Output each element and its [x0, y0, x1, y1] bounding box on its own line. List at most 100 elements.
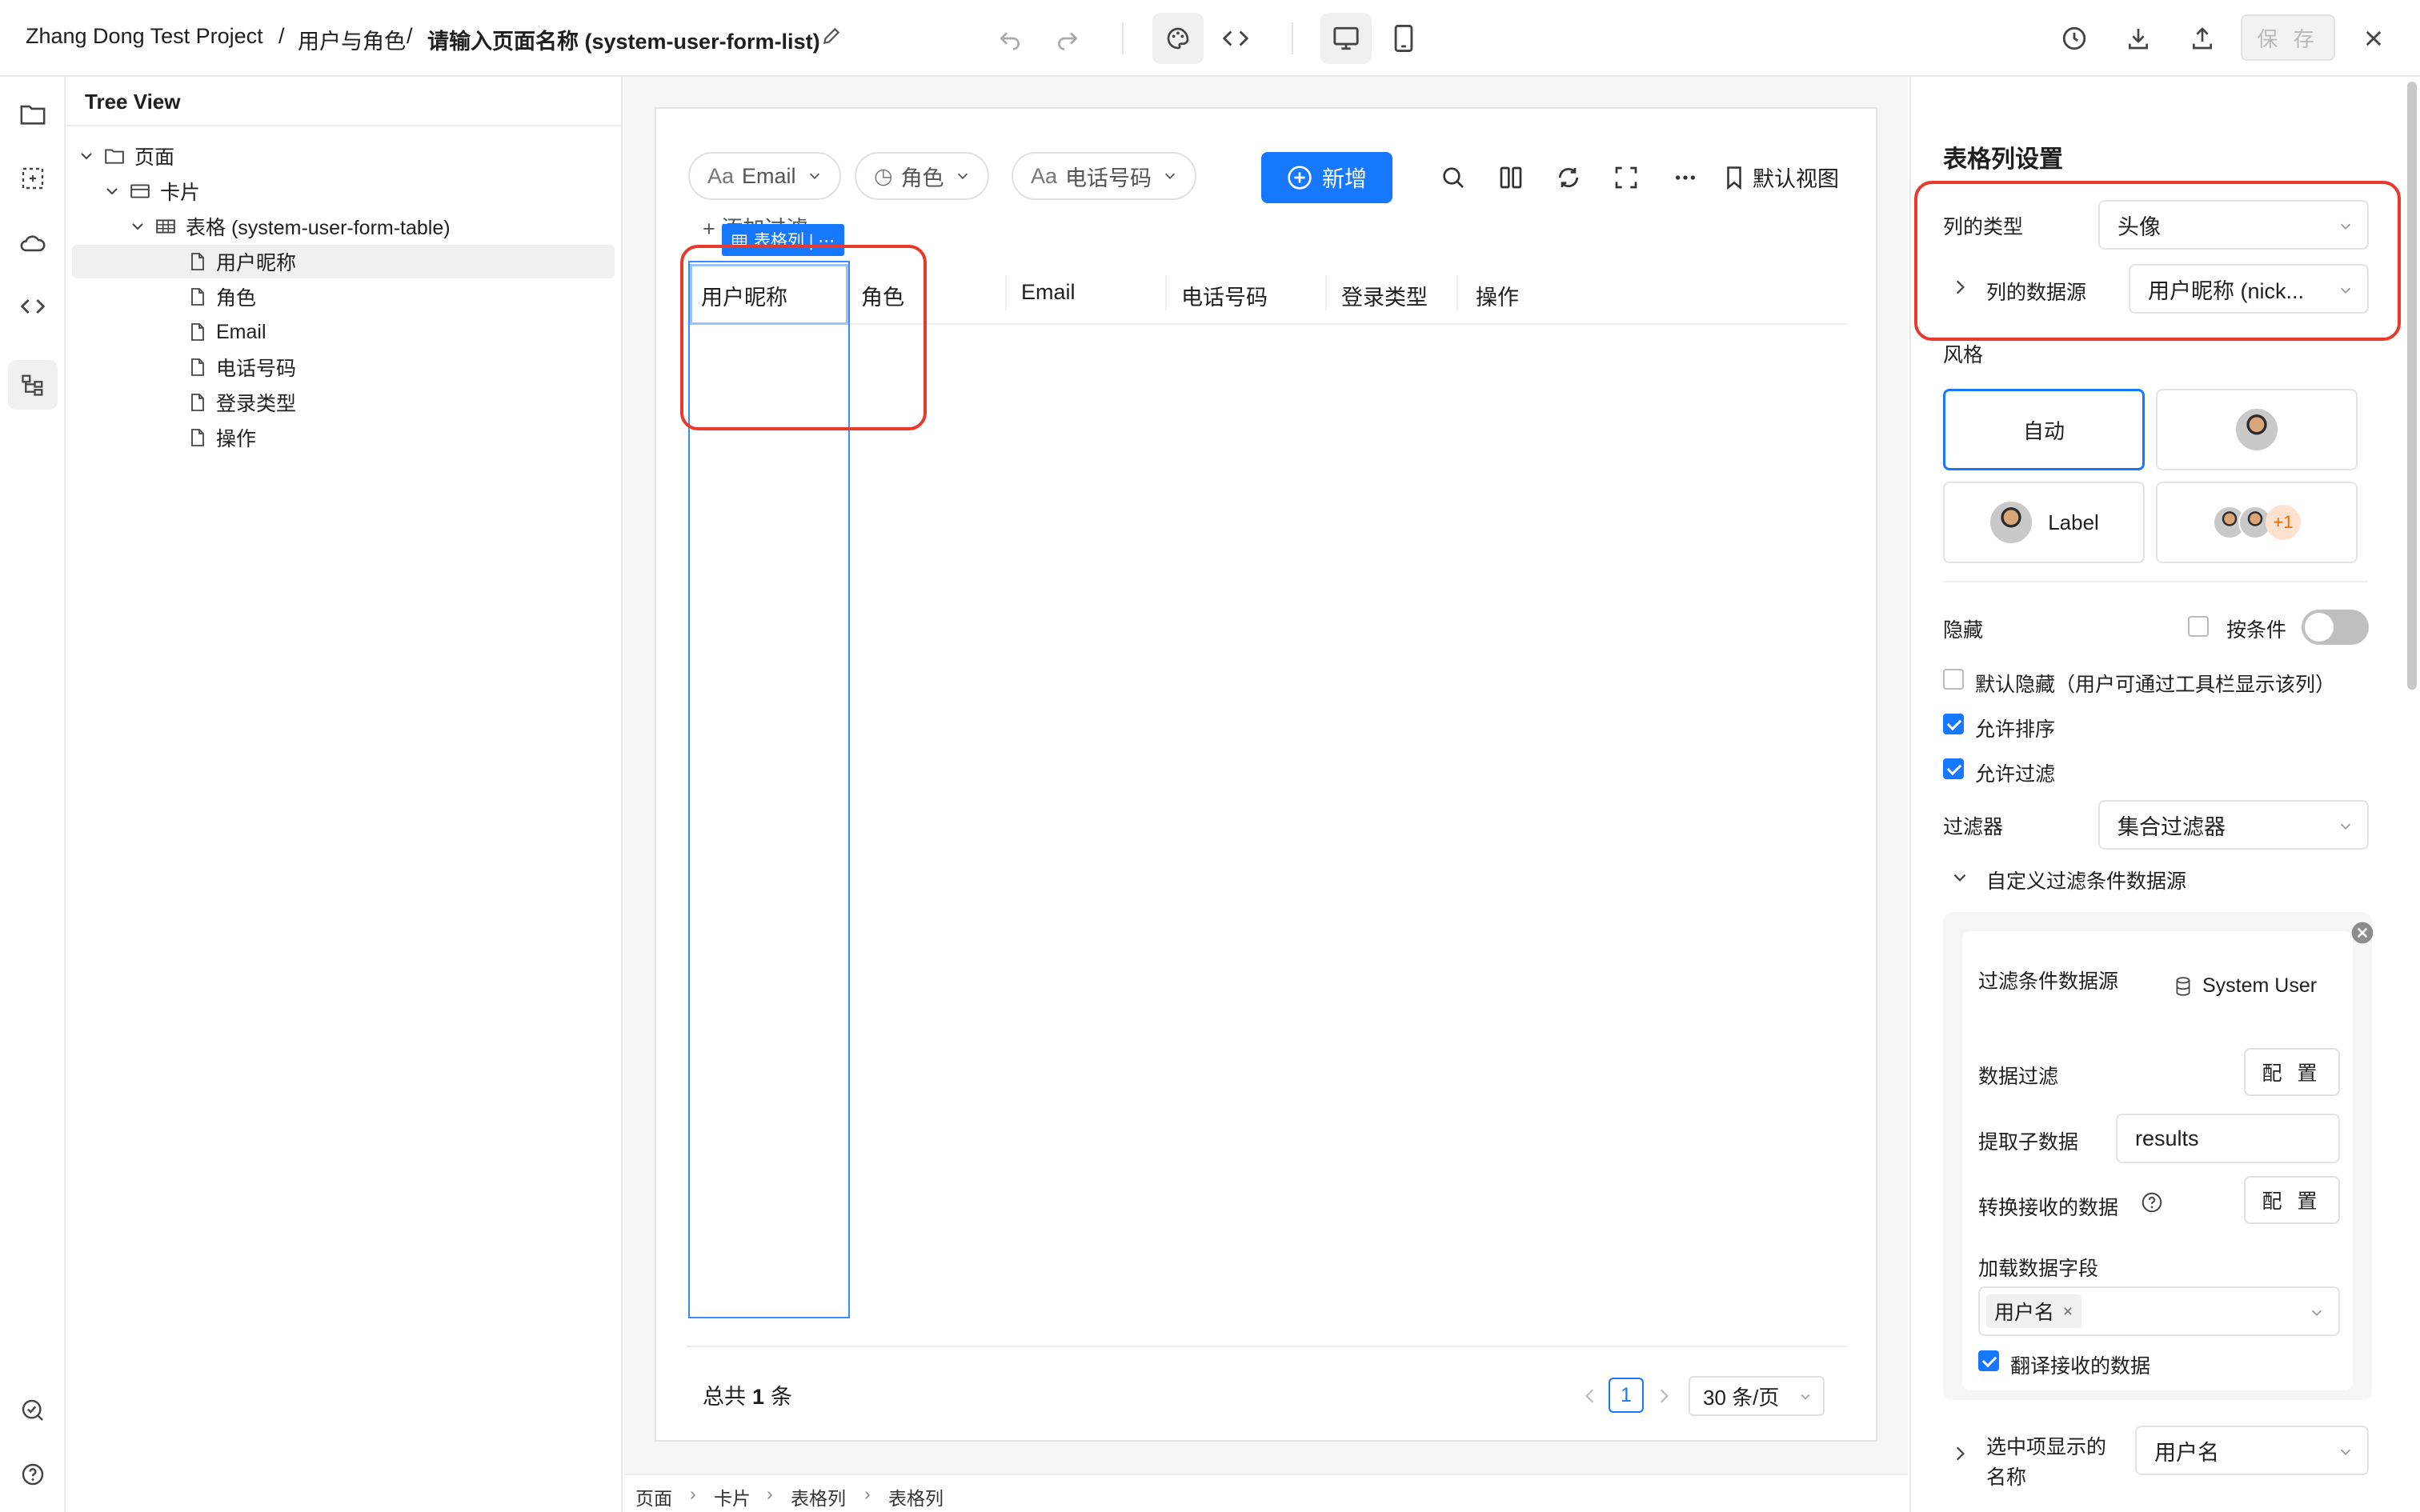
chevron-down-icon[interactable]: [130, 218, 146, 234]
breadcrumb-sep: /: [278, 24, 285, 48]
status-crumb[interactable]: 页面: [635, 1483, 672, 1510]
tree-node-label: 登录类型: [216, 393, 297, 415]
tree-node-label: 角色: [216, 287, 257, 310]
style-option-avatar[interactable]: [2156, 389, 2358, 470]
divider: [1122, 22, 1124, 54]
help-icon[interactable]: [8, 1450, 58, 1499]
style-auto-label: 自动: [2022, 418, 2065, 443]
page-number[interactable]: 1: [1609, 1378, 1644, 1413]
extract-child-input[interactable]: results: [2116, 1114, 2340, 1163]
style-option-avatar-group[interactable]: +1: [2156, 482, 2358, 563]
chevron-down-icon[interactable]: [104, 183, 120, 199]
help-icon[interactable]: [2140, 1190, 2164, 1214]
table-icon: [155, 218, 176, 235]
filter-chip-role[interactable]: ◷ 角色: [855, 152, 989, 200]
filter-datasource-value[interactable]: System User: [2174, 974, 2317, 998]
custom-filter-datasource-label[interactable]: 自定义过滤条件数据源: [1986, 866, 2186, 894]
edit-pencil-icon[interactable]: [821, 26, 842, 46]
fullscreen-icon[interactable]: [1613, 165, 1639, 190]
status-crumb[interactable]: 表格列: [888, 1483, 944, 1510]
search-icon[interactable]: [1440, 165, 1466, 190]
option-type-icon: ◷: [874, 163, 893, 188]
style-option-auto[interactable]: 自动: [1943, 389, 2145, 470]
allow-filter-checkbox[interactable]: [1943, 758, 1964, 779]
close-icon[interactable]: [2348, 13, 2399, 64]
pages-folder-icon[interactable]: [8, 90, 58, 139]
column-header-email[interactable]: Email: [1021, 280, 1076, 305]
breadcrumb-project[interactable]: Zhang Dong Test Project: [26, 24, 263, 49]
tree-node-label: 卡片: [160, 182, 201, 204]
transform-config-button[interactable]: 配 置: [2244, 1176, 2340, 1224]
cloud-icon[interactable]: [8, 218, 58, 267]
data-filter-config-button[interactable]: 配 置: [2244, 1048, 2340, 1096]
by-condition-checkbox[interactable]: [2188, 616, 2209, 637]
total-number: 1: [752, 1385, 765, 1409]
tree-node-page[interactable]: 页面: [78, 139, 174, 173]
tree-node-card[interactable]: 卡片: [104, 174, 200, 208]
tree-node-column-role[interactable]: 角色: [189, 280, 256, 314]
tree-node-column-nickname[interactable]: 用户昵称: [72, 245, 615, 278]
more-icon[interactable]: [1671, 165, 1700, 190]
status-crumb[interactable]: 表格列: [791, 1483, 846, 1510]
next-page-icon[interactable]: [1657, 1387, 1671, 1405]
download-icon[interactable]: [2113, 13, 2164, 64]
select-area-icon[interactable]: [8, 154, 58, 203]
page-size-select[interactable]: 30 条/页: [1689, 1376, 1825, 1416]
divider: [1325, 275, 1327, 310]
upload-icon[interactable]: [2177, 13, 2228, 64]
default-view-button[interactable]: 默认视图: [1724, 162, 1839, 193]
tree-node-table[interactable]: 表格 (system-user-form-table): [130, 210, 451, 243]
chevron-down-icon: [2338, 819, 2353, 834]
selected-display-select[interactable]: 用户名: [2135, 1426, 2369, 1475]
redo-icon[interactable]: [1042, 13, 1093, 64]
filter-label: 过滤器: [1943, 816, 2004, 838]
close-icon[interactable]: [2062, 1306, 2073, 1317]
code-icon[interactable]: [8, 282, 58, 331]
extract-child-label: 提取子数据: [1978, 1131, 2079, 1154]
divider: [1292, 22, 1293, 54]
undo-icon[interactable]: [984, 13, 1036, 64]
tree-node-column-phone[interactable]: 电话号码: [189, 350, 296, 384]
default-hidden-checkbox[interactable]: [1943, 669, 1964, 690]
code-icon[interactable]: [1210, 13, 1261, 64]
column-header-phone[interactable]: 电话号码: [1181, 280, 1268, 311]
chevron-right-icon[interactable]: [1953, 1445, 1967, 1462]
chevron-down-icon[interactable]: [1951, 869, 1969, 886]
status-crumb[interactable]: 卡片: [714, 1483, 751, 1510]
save-button[interactable]: 保 存: [2241, 14, 2335, 61]
breadcrumb-section[interactable]: 用户与角色: [298, 24, 406, 55]
history-icon[interactable]: [2049, 13, 2100, 64]
palette-icon[interactable]: [1152, 13, 1204, 64]
mobile-icon[interactable]: [1378, 13, 1429, 64]
tree-view-panel: Tree View 页面 卡片 表格 (system-user-form-tab…: [66, 77, 623, 1512]
filter-chip-phone[interactable]: Aa 电话号码: [1012, 152, 1197, 200]
tree-node-column-actions[interactable]: 操作: [189, 421, 256, 454]
column-header-actions[interactable]: 操作: [1476, 280, 1519, 311]
prev-page-icon[interactable]: [1583, 1387, 1597, 1405]
refresh-icon[interactable]: [1556, 165, 1581, 190]
tree-view-title: Tree View: [85, 90, 181, 114]
style-option-avatar-label[interactable]: Label: [1943, 482, 2145, 563]
total-suffix: 条: [771, 1385, 793, 1409]
translate-checkbox[interactable]: [1978, 1350, 1999, 1371]
chevron-down-icon[interactable]: [78, 148, 94, 164]
tree-node-column-login-type[interactable]: 登录类型: [189, 386, 296, 419]
column-header-login-type[interactable]: 登录类型: [1341, 280, 1428, 311]
desktop-icon[interactable]: [1320, 13, 1372, 64]
filter-select[interactable]: 集合过滤器: [2098, 800, 2369, 850]
avatar: [2234, 407, 2279, 452]
allow-sort-checkbox[interactable]: [1943, 714, 1964, 734]
panel-scrollbar[interactable]: [2407, 82, 2417, 690]
close-circle-icon[interactable]: [2350, 920, 2375, 946]
breadcrumb-sep: /: [407, 24, 413, 48]
add-button[interactable]: 新增: [1261, 152, 1392, 203]
component-tree-icon[interactable]: [8, 360, 58, 410]
top-bar: Zhang Dong Test Project / 用户与角色 / 请输入页面名…: [0, 0, 2420, 77]
tree-node-column-email[interactable]: Email: [189, 315, 266, 349]
columns-icon[interactable]: [1498, 165, 1524, 190]
load-fields-select[interactable]: 用户名: [1978, 1286, 2340, 1336]
filter-chip-email[interactable]: Aa Email: [688, 152, 841, 200]
check-search-icon[interactable]: [8, 1386, 58, 1435]
hidden-toggle[interactable]: [2302, 610, 2369, 645]
avatar-count-badge: +1: [2266, 505, 2301, 540]
